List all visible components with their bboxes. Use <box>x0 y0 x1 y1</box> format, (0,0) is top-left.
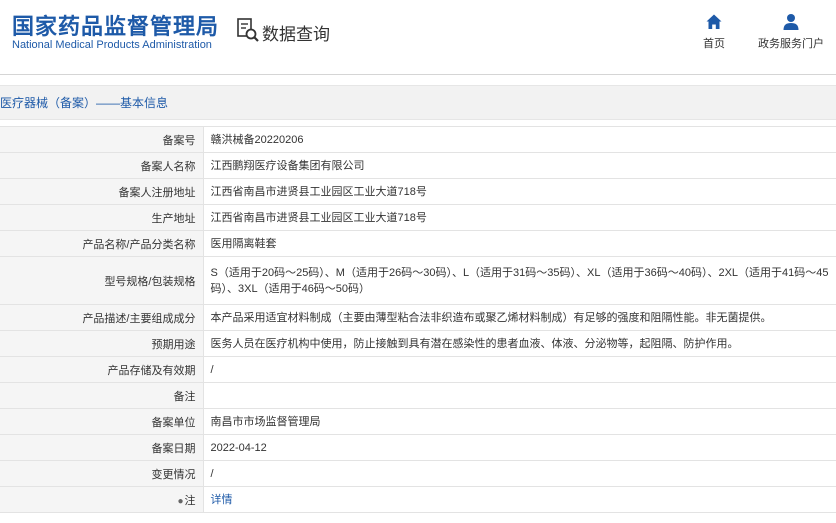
field-value: 详情 <box>203 486 836 513</box>
field-value: 赣洪械备20220206 <box>203 126 836 153</box>
field-value: S（适用于20码～25码）、M（适用于26码～30码）、L（适用于31码～35码… <box>203 256 836 305</box>
document-search-icon <box>236 17 260 48</box>
field-label: 备案日期 <box>0 434 204 461</box>
user-icon <box>753 13 829 31</box>
field-label: 型号规格/包装规格 <box>0 256 204 305</box>
table-row: ●注 详情 <box>0 486 836 513</box>
field-value: 本产品采用适宜材料制成（主要由薄型粘合法非织造布或聚乙烯材料制成）有足够的强度和… <box>203 304 836 331</box>
field-label: 产品存储及有效期 <box>0 356 204 383</box>
detail-table: 备案号 赣洪械备20220206 备案人名称 江西鹏翔医疗设备集团有限公司 备案… <box>0 126 836 513</box>
note-label: 注 <box>184 494 196 507</box>
field-value: 江西省南昌市进贤县工业园区工业大道718号 <box>203 204 836 231</box>
field-label: 备注 <box>0 382 204 409</box>
bulb-icon: ● <box>177 495 184 507</box>
field-label: 变更情况 <box>0 460 204 487</box>
field-label: 产品名称/产品分类名称 <box>0 230 204 257</box>
site-logo-title[interactable]: 国家药品监督管理局 <box>12 9 219 41</box>
field-label: 备案人名称 <box>0 152 204 179</box>
nav-home-button[interactable]: 首页 <box>679 13 749 55</box>
table-row: 生产地址 江西省南昌市进贤县工业园区工业大道718号 <box>0 204 836 231</box>
breadcrumb: 医疗器械（备案）——基本信息 <box>0 85 836 120</box>
field-value: / <box>203 356 836 383</box>
site-logo-subtitle[interactable]: National Medical Products Administration <box>12 39 212 51</box>
table-row: 备案人名称 江西鹏翔医疗设备集团有限公司 <box>0 152 836 179</box>
table-row: 预期用途 医务人员在医疗机构中使用，防止接触到具有潜在感染性的患者血液、体液、分… <box>0 330 836 357</box>
data-query-title: 数据查询 <box>262 24 330 45</box>
field-value <box>203 382 836 409</box>
field-value: 2022-04-12 <box>203 434 836 461</box>
field-value: / <box>203 460 836 487</box>
field-label: 预期用途 <box>0 330 204 357</box>
nav-home-label: 首页 <box>703 38 725 50</box>
data-query-section: 数据查询 <box>236 17 330 48</box>
field-value: 南昌市市场监督管理局 <box>203 408 836 435</box>
field-label: 备案人注册地址 <box>0 178 204 205</box>
table-row: 备注 <box>0 382 836 409</box>
table-row: 产品存储及有效期 / <box>0 356 836 383</box>
field-label: 产品描述/主要组成成分 <box>0 304 204 331</box>
table-row: 型号规格/包装规格 S（适用于20码～25码）、M（适用于26码～30码）、L（… <box>0 256 836 305</box>
details-link[interactable]: 详情 <box>211 494 233 506</box>
field-label: 备案号 <box>0 126 204 153</box>
table-row: 备案单位 南昌市市场监督管理局 <box>0 408 836 435</box>
table-row: 备案日期 2022-04-12 <box>0 434 836 461</box>
field-label: 生产地址 <box>0 204 204 231</box>
table-row: 产品描述/主要组成成分 本产品采用适宜材料制成（主要由薄型粘合法非织造布或聚乙烯… <box>0 304 836 331</box>
table-row: 备案号 赣洪械备20220206 <box>0 126 836 153</box>
field-label: 备案单位 <box>0 408 204 435</box>
field-value: 江西省南昌市进贤县工业园区工业大道718号 <box>203 178 836 205</box>
nav-personal-label: 政务服务门户 <box>758 38 824 50</box>
table-row: 产品名称/产品分类名称 医用隔离鞋套 <box>0 230 836 257</box>
field-value: 医务人员在医疗机构中使用，防止接触到具有潜在感染性的患者血液、体液、分泌物等，起… <box>203 330 836 357</box>
table-row: 变更情况 / <box>0 460 836 487</box>
nav-personal-button[interactable]: 政务服务门户 <box>753 13 829 55</box>
field-value: 医用隔离鞋套 <box>203 230 836 257</box>
field-label: ●注 <box>0 486 204 513</box>
site-header: 国家药品监督管理局 National Medical Products Admi… <box>0 0 836 70</box>
header-divider <box>0 74 836 75</box>
table-row: 备案人注册地址 江西省南昌市进贤县工业园区工业大道718号 <box>0 178 836 205</box>
home-icon <box>679 13 749 31</box>
field-value: 江西鹏翔医疗设备集团有限公司 <box>203 152 836 179</box>
